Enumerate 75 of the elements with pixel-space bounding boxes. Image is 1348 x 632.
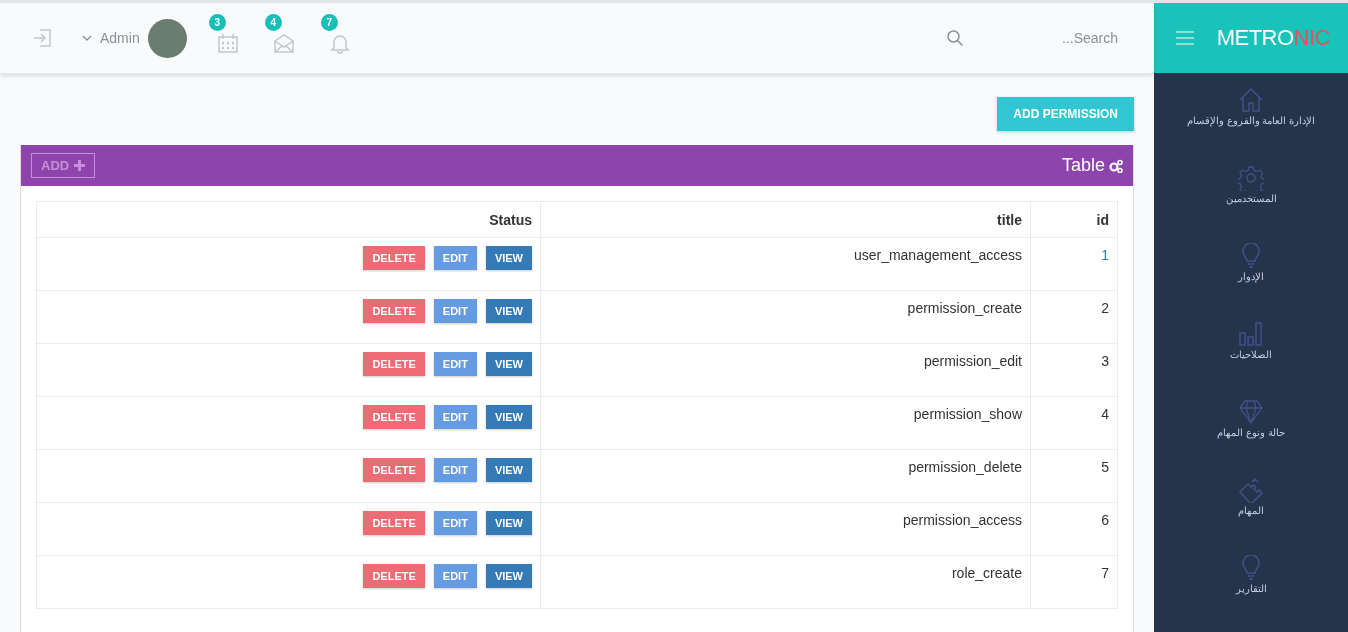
chevron-down-icon — [82, 35, 92, 41]
calendar-icon — [216, 32, 239, 54]
table-cell: permission_delete — [540, 449, 1031, 503]
menu-button[interactable] — [1176, 31, 1194, 45]
user-menu[interactable]: Admin — [82, 18, 187, 58]
table-cell: permission_access — [540, 502, 1031, 556]
edit-button[interactable]: EDIT — [433, 352, 477, 376]
table-cell: 4 — [1030, 396, 1118, 450]
house-icon — [1238, 87, 1264, 113]
sidebar-item[interactable]: المهام — [1154, 477, 1348, 555]
delete-button[interactable]: DELETE — [363, 564, 425, 588]
menu-icon — [1176, 31, 1194, 45]
panel-title: Table — [1061, 155, 1105, 176]
count-badge: 4 — [264, 14, 282, 31]
puzzle-piece-icon — [1238, 477, 1264, 503]
sidebar-item[interactable]: الصلاحيات — [1154, 321, 1348, 399]
table-cell: 1 — [1030, 237, 1118, 291]
search-field[interactable]: ...Search — [968, 26, 1118, 50]
avatar — [147, 18, 187, 58]
table-cell: permission_show — [540, 396, 1031, 450]
calendar-button[interactable] — [216, 32, 239, 54]
table-cell: 6 — [1030, 502, 1118, 556]
delete-button[interactable]: DELETE — [363, 299, 425, 323]
delete-button[interactable]: DELETE — [363, 352, 425, 376]
user-name: Admin — [100, 30, 140, 46]
logout-icon — [32, 28, 52, 48]
bell-button[interactable] — [328, 32, 351, 54]
table-cell: 2 — [1030, 290, 1118, 344]
table-cell: 7 — [1030, 555, 1118, 609]
view-button[interactable]: VIEW — [485, 405, 532, 429]
column-header: id — [1030, 201, 1118, 238]
sidebar-item[interactable]: التقارير — [1154, 555, 1348, 632]
bell-icon — [328, 32, 351, 54]
envelope-icon — [272, 32, 295, 54]
sidebar-item[interactable]: حالة ونوع المهام — [1154, 399, 1348, 477]
logout-button[interactable] — [32, 28, 52, 48]
table-cell: permission_edit — [540, 343, 1031, 397]
delete-button[interactable]: DELETE — [363, 246, 425, 270]
brand-logo: METRONIC — [1216, 25, 1330, 51]
view-button[interactable]: VIEW — [485, 299, 532, 323]
edit-button[interactable]: EDIT — [433, 458, 477, 482]
delete-button[interactable]: DELETE — [363, 405, 425, 429]
column-header: title — [540, 201, 1031, 238]
sidebar-item[interactable]: الإدارة العامة والفروع والإقسام — [1154, 87, 1348, 165]
edit-button[interactable]: EDIT — [433, 511, 477, 535]
table-cell: 3 — [1030, 343, 1118, 397]
edit-button[interactable]: EDIT — [433, 564, 477, 588]
edit-button[interactable]: EDIT — [433, 405, 477, 429]
gear-icon — [1238, 165, 1264, 191]
bar-chart-icon — [1238, 321, 1264, 347]
delete-button[interactable]: DELETE — [363, 458, 425, 482]
view-button[interactable]: VIEW — [485, 458, 532, 482]
view-button[interactable]: VIEW — [485, 246, 532, 270]
gears-icon — [1109, 158, 1123, 173]
table-cell: permission_create — [540, 290, 1031, 344]
sidebar-item[interactable]: المستخدمين — [1154, 165, 1348, 243]
table-cell: role_create — [540, 555, 1031, 609]
diamond-icon — [1238, 399, 1264, 425]
plus-icon — [74, 160, 86, 171]
search-icon — [946, 29, 964, 47]
view-button[interactable]: VIEW — [485, 564, 532, 588]
table-cell: 5 — [1030, 449, 1118, 503]
sidebar-item[interactable]: الإدوار — [1154, 243, 1348, 321]
column-header: Status — [36, 201, 541, 238]
view-button[interactable]: VIEW — [485, 511, 532, 535]
edit-button[interactable]: EDIT — [433, 246, 477, 270]
view-button[interactable]: VIEW — [485, 352, 532, 376]
edit-button[interactable]: EDIT — [433, 299, 477, 323]
table-cell: user_management_access — [540, 237, 1031, 291]
count-badge: 3 — [208, 14, 226, 31]
add-button[interactable]: ADD — [31, 153, 96, 178]
delete-button[interactable]: DELETE — [363, 511, 425, 535]
add-permission-button[interactable]: ADD PERMISSION — [997, 97, 1134, 131]
mail-button[interactable] — [272, 32, 295, 54]
count-badge: 7 — [320, 14, 338, 31]
